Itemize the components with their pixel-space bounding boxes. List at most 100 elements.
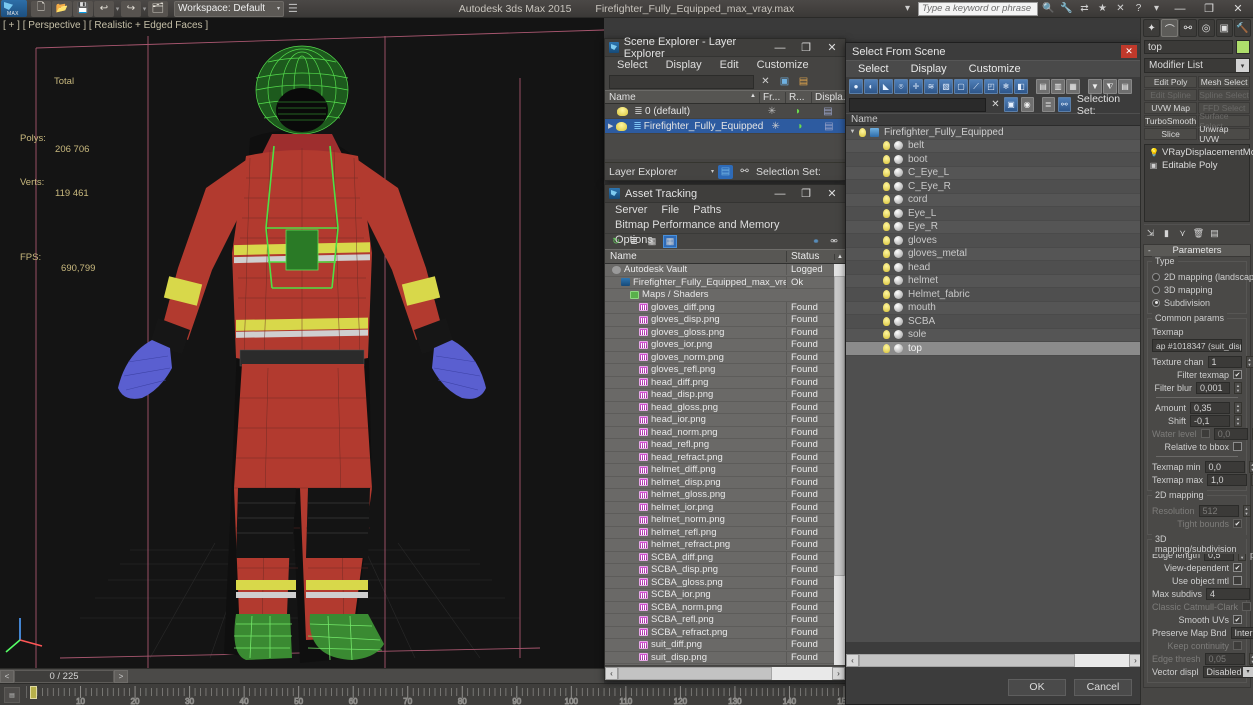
menu-display[interactable]: Display <box>911 63 947 75</box>
menu-select[interactable]: Select <box>617 59 648 71</box>
light-bulb-icon[interactable] <box>883 276 890 286</box>
asset-row[interactable]: Maps / Shaders <box>605 289 845 302</box>
explorer-mode-dropdown[interactable]: Layer Explorer <box>609 164 705 179</box>
hierarchy-icon[interactable]: ⚯ <box>1057 97 1071 112</box>
asset-row[interactable]: head_gloss.png Found <box>605 401 845 414</box>
light-bulb-icon[interactable] <box>883 195 890 205</box>
type-option-3d[interactable]: 3D mapping <box>1152 283 1242 296</box>
grid-view-icon[interactable]: ▦ <box>663 235 677 248</box>
open-file-icon[interactable]: 📂 <box>52 0 72 17</box>
asset-row[interactable]: helmet_diff.png Found <box>605 464 845 477</box>
search-binoculars-icon[interactable]: 🔍 <box>1041 1 1056 16</box>
scene-object-row[interactable]: mouth <box>846 301 1140 315</box>
make-unique-icon[interactable]: ⋎ <box>1176 227 1189 240</box>
scene-object-row[interactable]: sole <box>846 328 1140 342</box>
asset-row[interactable]: head_refl.png Found <box>605 439 845 452</box>
asset-row[interactable]: helmet_refl.png Found <box>605 526 845 539</box>
autodesk-360-icon[interactable]: ✕ <box>1113 1 1128 16</box>
asset-row[interactable]: head_diff.png Found <box>605 376 845 389</box>
open-mini-curve-editor-icon[interactable]: ▤ <box>4 687 20 703</box>
perspective-viewport[interactable]: [ + ] [ Perspective ] [ Realistic + Edge… <box>0 18 604 668</box>
water-level-checkbox[interactable] <box>1200 429 1210 438</box>
modifier-button[interactable]: UVW Map <box>1144 102 1198 114</box>
texmap-button[interactable]: ap #1018347 (suit_disp.png) <box>1152 339 1242 352</box>
asset-tracking-list[interactable]: Autodesk Vault Logged Firefighter_Fully_Eq… <box>605 264 845 665</box>
asset-row[interactable]: helmet_gloss.png Found <box>605 489 845 502</box>
preserve-map-bnd-combo[interactable]: Inter ▾ <box>1230 626 1253 639</box>
configure-modifier-sets-icon[interactable]: ▤ <box>1208 227 1221 240</box>
chevron-down-icon[interactable]: ▾ <box>711 168 714 175</box>
asset-row[interactable]: SCBA_norm.png Found <box>605 601 845 614</box>
redo-icon[interactable]: ↪ <box>121 0 141 17</box>
modifier-button[interactable]: Unwrap UVW <box>1198 124 1250 144</box>
light-bulb-icon[interactable] <box>883 249 890 259</box>
close-button[interactable]: ✕ <box>1121 45 1137 58</box>
restore-button[interactable]: ❐ <box>1196 0 1222 17</box>
expand-collapse-icon[interactable]: ▼ <box>846 129 859 135</box>
filter-texmap-checkbox[interactable]: ✔ <box>1233 370 1242 379</box>
current-frame-field[interactable]: 0 / 225 <box>14 669 114 683</box>
display-shapes-icon[interactable]: ◐ <box>864 79 878 94</box>
asset-row[interactable]: helmet_ior.png Found <box>605 501 845 514</box>
maximize-button[interactable]: ❐ <box>793 39 819 57</box>
asset-row[interactable]: SCBA_gloss.png Found <box>605 576 845 589</box>
spinner-icon[interactable]: ▲▼ <box>1234 401 1242 414</box>
light-bulb-icon[interactable] <box>883 289 890 299</box>
spinner-icon[interactable]: ▲▼ <box>1242 504 1251 517</box>
scrollbar-thumb[interactable] <box>859 654 1075 667</box>
advanced-filter-icon[interactable]: ⧨ <box>1103 79 1117 94</box>
vault-login-icon[interactable]: ⚭ <box>809 235 823 248</box>
display-groups-icon[interactable]: ▧ <box>939 79 953 94</box>
minimize-button[interactable]: — <box>767 39 793 57</box>
clear-search-icon[interactable]: ✕ <box>989 99 1001 110</box>
light-bulb-icon[interactable] <box>883 181 890 191</box>
amount-field[interactable]: 0,35 <box>1190 401 1230 414</box>
freeze-toggle-icon[interactable]: ✳ <box>763 121 788 132</box>
display-tab[interactable]: ▣ <box>1215 19 1233 37</box>
scene-object-row[interactable]: Helmet_fabric <box>846 288 1140 302</box>
layer-row-default[interactable]: ≣ 0 (default) ✳ ◗ ▤ <box>605 104 845 119</box>
modifier-button[interactable]: Slice <box>1144 128 1198 140</box>
asset-row[interactable]: gloves_refl.png Found <box>605 364 845 377</box>
relative-to-bbox-checkbox[interactable] <box>1233 442 1242 451</box>
undo-dropdown-icon[interactable]: ▾ <box>115 5 120 13</box>
hscroll-track[interactable] <box>618 666 832 680</box>
smooth-uvs-checkbox[interactable]: ✔ <box>1233 615 1242 624</box>
prev-frame-button[interactable]: < <box>0 669 14 683</box>
search-input[interactable]: Type a keyword or phrase <box>918 1 1038 16</box>
radio-icon[interactable] <box>1152 272 1160 281</box>
help-dropdown-icon[interactable]: ▾ <box>1149 1 1164 16</box>
light-bulb-icon[interactable] <box>883 222 890 232</box>
light-bulb-icon[interactable] <box>883 235 890 245</box>
column-name[interactable]: Name <box>605 92 759 103</box>
display-helpers-icon[interactable]: ✛ <box>909 79 923 94</box>
expand-all-icon[interactable]: ▤ <box>1036 79 1050 94</box>
asset-row[interactable]: gloves_ior.png Found <box>605 339 845 352</box>
app-menu-icon[interactable] <box>1 0 27 17</box>
classic-catmull-clark-checkbox[interactable] <box>1242 602 1252 611</box>
remove-modifier-icon[interactable]: 🗑 <box>1192 227 1205 240</box>
workspace-selector[interactable]: Workspace: Default ▾ <box>174 0 284 17</box>
column-name[interactable]: Name <box>605 251 786 262</box>
set-project-folder-icon[interactable]: 🗂 <box>148 0 168 17</box>
menu-server[interactable]: Server <box>615 203 647 218</box>
light-bulb-icon[interactable] <box>883 154 890 164</box>
display-lights-icon[interactable]: ◣ <box>879 79 893 94</box>
redo-dropdown-icon[interactable]: ▾ <box>142 5 147 13</box>
select-from-scene-hscrollbar[interactable]: ‹ › <box>846 654 1142 667</box>
scene-object-row[interactable]: belt <box>846 139 1140 153</box>
filter-icon[interactable]: ▼ <box>1088 79 1102 94</box>
scene-object-row[interactable]: C_Eye_R <box>846 180 1140 194</box>
new-file-icon[interactable]: 🗋 <box>31 0 51 17</box>
collapse-all-icon[interactable]: ▥ <box>1051 79 1065 94</box>
light-bulb-icon[interactable] <box>883 330 890 340</box>
type-option-2d[interactable]: 2D mapping (landscape) <box>1152 270 1253 283</box>
column-render[interactable]: R... <box>785 91 811 103</box>
spinner-icon[interactable]: ▲▼ <box>1248 652 1253 665</box>
exchange-icon[interactable]: ⇄ <box>1077 1 1092 16</box>
modifier-list-dropdown[interactable]: Modifier List ▾ <box>1144 58 1250 73</box>
display-xrefs-icon[interactable]: ▢ <box>954 79 968 94</box>
bulb-icon[interactable]: 💡 <box>1149 148 1159 157</box>
max-subdivs-field[interactable]: 4 <box>1206 587 1251 600</box>
modifier-button[interactable]: TurboSmooth <box>1144 115 1198 127</box>
